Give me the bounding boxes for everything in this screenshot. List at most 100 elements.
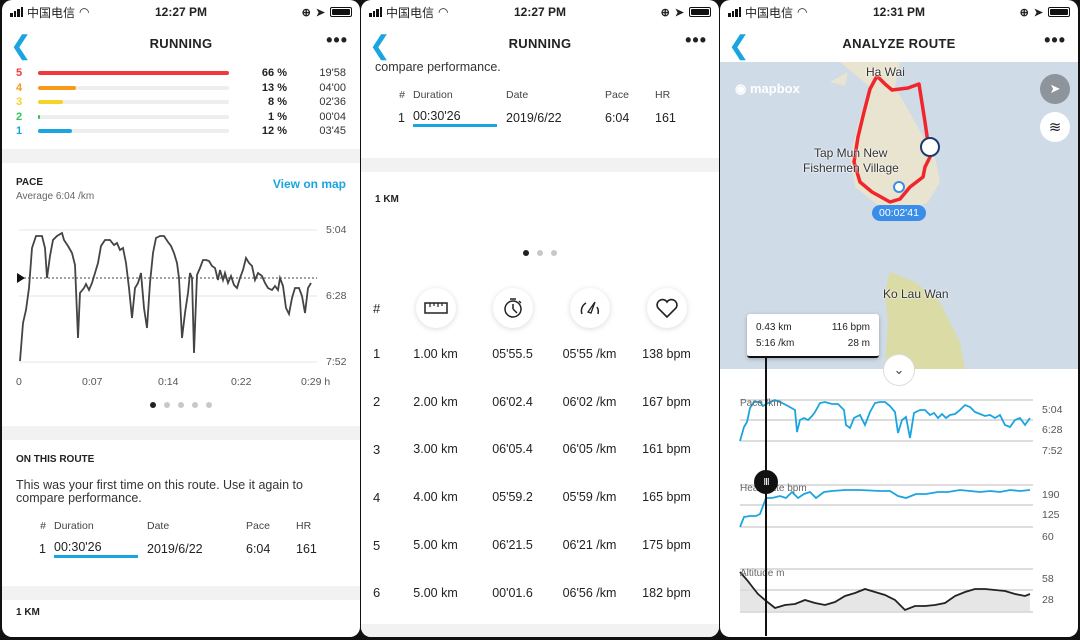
position-marker[interactable] [893, 181, 905, 193]
zone-percent: 12 % [261, 125, 287, 138]
rotation-lock-icon: ⊕ [660, 6, 670, 19]
lap-hr: 175 bpm [642, 538, 691, 553]
page-indicator[interactable] [2, 402, 360, 408]
y-tick: 190 [1042, 489, 1060, 501]
more-options-button[interactable]: ••• [326, 30, 348, 51]
zone-number: 5 [16, 67, 23, 80]
lap-duration: 05'55.5 [492, 346, 533, 361]
lap-distance: 1.00 km [413, 346, 458, 361]
y-tick: 5:04 [1042, 404, 1063, 416]
col-header: # [373, 300, 381, 316]
signal-icon [369, 7, 382, 17]
heart-rate-series-line [739, 489, 1031, 528]
lap-row[interactable]: 5 5.00 km 06'21.5 06'21 /km 175 bpm [373, 521, 707, 569]
cell: 2019/6/22 [506, 111, 562, 125]
more-options-button[interactable]: ••• [1044, 30, 1066, 51]
zone-time: 04'00 [319, 81, 346, 94]
route-table: # Duration Date Pace HR 1 00:30'26 2019/… [375, 86, 705, 132]
laps-heading: 1 KM [375, 194, 399, 205]
lap-duration: 05'59.2 [492, 490, 533, 505]
laps-table: # 1 1.00 km 05'55.5 05'55 /km 138 bpm 2 2… [361, 272, 719, 617]
screen-analyze-route: 中国电信 ◠ 12:31 PM ⊕ ➤ ❮ ANALYZE ROUTE ••• ◉ … [720, 0, 1078, 637]
y-tick: 125 [1042, 509, 1060, 521]
series-label: Pace /km [740, 398, 782, 409]
lap-number: 3 [373, 441, 381, 457]
analysis-charts [739, 399, 1033, 613]
signal-icon [728, 7, 741, 17]
pace-heading: PACE [16, 176, 44, 188]
hr-zone-row: 2 1 % 00'04 [16, 110, 346, 125]
lap-hr: 167 bpm [642, 394, 691, 409]
zone-time: 00'04 [319, 110, 346, 123]
cell: 161 [655, 111, 676, 125]
route-message: This was your first time on this route. … [16, 478, 303, 505]
lap-pace: 06'56 /km [562, 585, 617, 600]
hr-zone-row: 4 13 % 04'00 [16, 81, 346, 96]
col-header: Pace [605, 89, 629, 101]
lap-distance: 3.00 km [413, 442, 458, 457]
duration-link[interactable]: 00:30'26 [413, 109, 497, 127]
location-icon: ➤ [315, 6, 325, 19]
lap-pace: 06'05 /km [562, 442, 617, 457]
layers-button[interactable]: ≋ [1040, 112, 1070, 142]
tooltip-pace: 5:16 /km [756, 338, 795, 349]
lap-row[interactable]: 1 1.00 km 05'55.5 05'55 /km 138 bpm [373, 330, 707, 378]
lap-row[interactable]: 3 3.00 km 06'05.4 06'05 /km 161 bpm [373, 426, 707, 474]
rotation-lock-icon: ⊕ [301, 6, 311, 19]
back-button[interactable]: ❮ [728, 30, 750, 61]
lap-row[interactable]: 6 5.00 km 00'01.6 06'56 /km 182 bpm [373, 569, 707, 617]
col-header: Pace [246, 520, 270, 532]
col-header: Duration [413, 89, 453, 101]
location-icon: ➤ [674, 6, 684, 19]
lap-duration: 06'05.4 [492, 442, 533, 457]
back-button[interactable]: ❮ [369, 30, 391, 61]
lap-hr: 165 bpm [642, 490, 691, 505]
lap-hr: 182 bpm [642, 585, 691, 600]
y-tick: 6:28 [326, 290, 347, 302]
section-heading: ON THIS ROUTE [16, 454, 95, 465]
lap-distance: 2.00 km [413, 394, 458, 409]
duration-link[interactable]: 00:30'26 [54, 540, 138, 558]
locate-button[interactable]: ➤ [1040, 74, 1070, 104]
mapbox-logo-icon: ◉ [735, 81, 747, 96]
lap-pace: 05'55 /km [562, 346, 617, 361]
finish-flag-icon[interactable] [920, 137, 940, 157]
y-tick: 28 [1042, 594, 1054, 606]
screen-running-summary: 中国电信 ◠ 12:27 PM ⊕ ➤ ❮ RUNNING ••• 5 66 % 1… [2, 0, 360, 637]
table-row[interactable]: 1 00:30'26 2019/6/22 6:04 161 [375, 104, 705, 132]
col-header: Duration [54, 520, 94, 532]
lap-row[interactable]: 4 4.00 km 05'59.2 05'59 /km 165 bpm [373, 473, 707, 521]
cell: 161 [296, 542, 317, 556]
lap-distance: 4.00 km [413, 490, 458, 505]
distance-icon[interactable] [415, 288, 456, 328]
lap-number: 2 [373, 394, 381, 410]
stopwatch-icon[interactable] [492, 288, 533, 328]
scrub-handle[interactable]: III [754, 470, 778, 494]
average-marker-icon [17, 273, 25, 283]
view-on-map-link[interactable]: View on map [273, 177, 346, 202]
x-tick: 0:14 [158, 376, 179, 388]
back-button[interactable]: ❮ [10, 30, 32, 61]
col-header: HR [655, 89, 671, 101]
zone-bar [38, 71, 229, 76]
page-title: RUNNING [508, 35, 572, 51]
x-tick: 0:07 [82, 376, 103, 388]
zone-number: 2 [16, 110, 23, 123]
cell: 6:04 [246, 542, 271, 556]
more-options-button[interactable]: ••• [685, 30, 707, 51]
lap-hr: 161 bpm [642, 442, 691, 457]
island-land [840, 62, 940, 212]
lap-row[interactable]: 2 2.00 km 06'02.4 06'02 /km 167 bpm [373, 378, 707, 426]
zone-bar-fill [38, 114, 40, 119]
lap-number: 1 [373, 346, 381, 362]
table-row[interactable]: 1 00:30'26 2019/6/22 6:04 161 [16, 535, 346, 563]
zone-bar-fill [38, 100, 63, 105]
speedometer-icon[interactable] [569, 288, 610, 328]
islet [830, 72, 848, 86]
zone-bar [38, 129, 229, 134]
page-indicator[interactable] [361, 250, 719, 256]
heart-icon[interactable] [646, 288, 687, 328]
lap-number: 5 [373, 537, 381, 553]
x-tick: 0 [16, 376, 22, 388]
cell: 1 [398, 111, 405, 125]
